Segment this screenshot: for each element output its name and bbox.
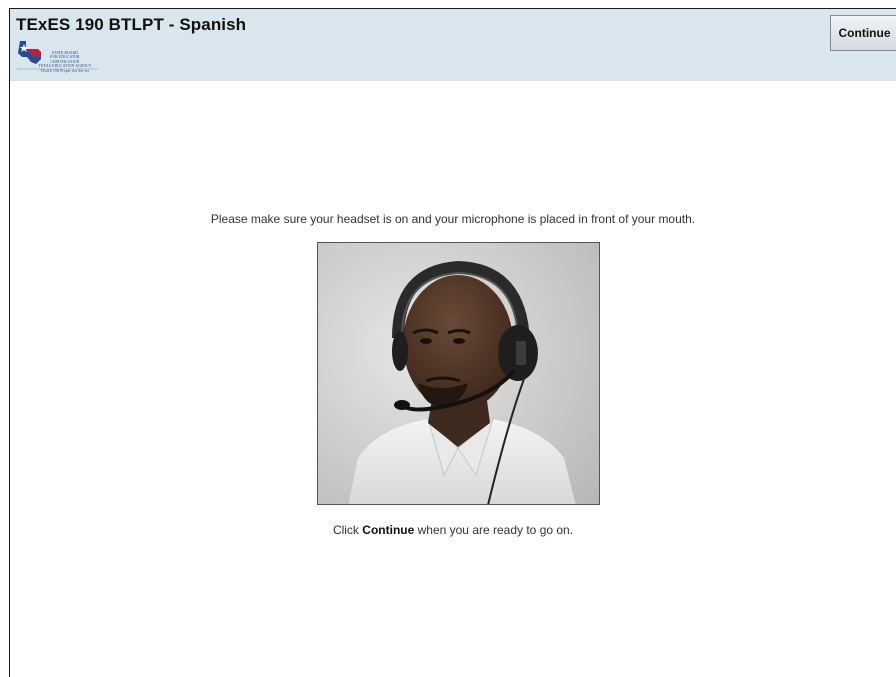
header-bar: TExES 190 BTLPT - Spanish STATE BOARD FO… bbox=[10, 9, 896, 81]
headset-photo bbox=[317, 242, 600, 505]
app-window: TExES 190 BTLPT - Spanish STATE BOARD FO… bbox=[9, 8, 896, 677]
person-with-headset-image bbox=[318, 243, 599, 504]
continue-instruction: Click Continue when you are ready to go … bbox=[332, 523, 574, 537]
headset-instruction: Please make sure your headset is on and … bbox=[210, 212, 696, 226]
continue-keyword: Continue bbox=[362, 523, 415, 537]
texas-sbec-logo: STATE BOARD FOR EDUCATOR CERTIFICATION T… bbox=[14, 35, 100, 77]
continue-button[interactable]: Continue bbox=[830, 15, 896, 51]
page-title: TExES 190 BTLPT - Spanish bbox=[16, 15, 247, 34]
logo-text: STATE BOARD FOR EDUCATOR CERTIFICATION T… bbox=[38, 51, 92, 73]
